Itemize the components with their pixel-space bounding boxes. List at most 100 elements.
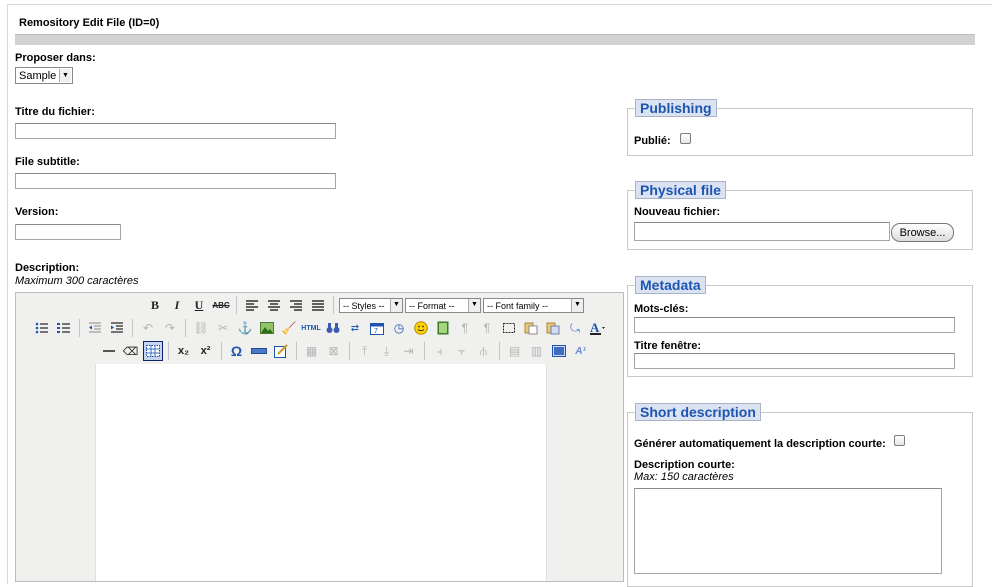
replace-icon[interactable]: ⇄ (345, 318, 365, 338)
find-icon[interactable] (323, 318, 343, 338)
forecolor-icon[interactable]: A (587, 318, 607, 338)
col-after-icon[interactable]: ⫟ (452, 341, 472, 361)
description-courte-label: Description courte: (634, 459, 735, 471)
dropdown-arrow-icon: ▼ (468, 298, 480, 312)
delete-col-icon[interactable]: ⫛ (474, 341, 494, 361)
metadata-fieldset: Metadata Mots-clés: Titre fenêtre: (627, 276, 973, 377)
special-char-button[interactable]: Ω (227, 341, 247, 361)
style-props-icon[interactable]: A¹ (571, 341, 591, 361)
styles-select[interactable]: -- Styles -- ▼ (339, 297, 403, 313)
browse-button[interactable]: Browse... (891, 223, 954, 242)
rich-text-editor: B I U ABC -- Styles -- ▼ -- Format -- ▼ --… (15, 292, 624, 582)
select-all-icon[interactable]: ⤿ (565, 318, 585, 338)
image-icon[interactable] (257, 318, 277, 338)
publie-checkbox[interactable] (680, 133, 691, 144)
paste-text-icon[interactable] (521, 318, 541, 338)
underline-button[interactable]: U (189, 295, 209, 315)
numbered-list-icon[interactable] (54, 318, 74, 338)
anchor-icon[interactable]: ⚓ (235, 318, 255, 338)
col-before-icon[interactable]: ⫞ (430, 341, 450, 361)
publishing-fieldset: Publishing Publié: (627, 99, 973, 156)
table-props-icon[interactable]: ▦ (302, 341, 322, 361)
insert-layer-icon[interactable] (249, 341, 269, 361)
publie-label: Publié: (634, 135, 671, 147)
toolbar-separator (423, 342, 425, 360)
indent-icon[interactable] (107, 318, 127, 338)
file-path-input[interactable] (634, 222, 890, 241)
insert-time-icon[interactable]: ◷ (389, 318, 409, 338)
proposer-label: Proposer dans: (15, 52, 96, 64)
italic-button[interactable]: I (167, 295, 187, 315)
html-source-button[interactable]: HTML (301, 318, 321, 338)
subscript-button[interactable]: x₂ (174, 341, 194, 361)
edit-attributes-icon[interactable] (271, 341, 291, 361)
mots-cles-input[interactable] (634, 317, 955, 333)
auto-generate-checkbox[interactable] (894, 435, 905, 446)
delete-row-icon[interactable]: ⇥ (399, 341, 419, 361)
row-before-icon[interactable]: ⤒ (355, 341, 375, 361)
physical-file-fieldset: Physical file Nouveau fichier: Browse... (627, 181, 973, 250)
unlink-icon[interactable]: ✂ (213, 318, 233, 338)
align-right-icon[interactable] (286, 295, 306, 315)
description-courte-textarea[interactable] (634, 488, 942, 574)
version-label: Version: (15, 206, 59, 218)
toolbar-separator (348, 342, 350, 360)
bullet-list-icon[interactable] (32, 318, 52, 338)
titre-fenetre-input[interactable] (634, 353, 955, 369)
titre-fenetre-label: Titre fenêtre: (634, 340, 702, 352)
version-input[interactable] (15, 224, 121, 240)
row-after-icon[interactable]: ⤓ (377, 341, 397, 361)
horizontal-rule-icon[interactable] (99, 341, 119, 361)
editor-content-area[interactable] (95, 364, 547, 581)
link-icon[interactable]: ⛓ (191, 318, 211, 338)
media-icon[interactable] (433, 318, 453, 338)
cleanup-icon[interactable]: 🧹 (279, 318, 299, 338)
fullscreen-icon[interactable] (499, 318, 519, 338)
short-description-legend: Short description (635, 403, 761, 421)
bold-button[interactable]: B (145, 295, 165, 315)
toolbar-separator (333, 296, 334, 314)
rtl-icon[interactable]: ¶ (477, 318, 497, 338)
superscript-button[interactable]: x² (196, 341, 216, 361)
toolbar-separator (185, 319, 186, 337)
align-left-icon[interactable] (242, 295, 262, 315)
split-cells-icon[interactable]: ▤ (505, 341, 525, 361)
redo-icon[interactable]: ↷ (160, 318, 180, 338)
titre-input[interactable] (15, 123, 336, 139)
description-hint: Maximum 300 caractères (15, 275, 139, 287)
paste-word-icon[interactable] (543, 318, 563, 338)
description-label: Description: (15, 262, 80, 274)
emoticon-icon[interactable] (411, 318, 431, 338)
nouveau-fichier-label: Nouveau fichier: (634, 206, 721, 218)
font-family-select-value: -- Font family -- (487, 300, 549, 311)
visual-aid-icon[interactable] (142, 341, 163, 361)
description-courte-hint: Max: 150 caractères (634, 471, 734, 483)
toolbar-separator (220, 342, 222, 360)
svg-text:A: A (590, 321, 600, 335)
align-center-icon[interactable] (264, 295, 284, 315)
font-family-select[interactable]: -- Font family -- ▼ (483, 297, 584, 313)
editor-toolbar-row-1: B I U ABC -- Styles -- ▼ -- Format -- ▼ --… (16, 294, 623, 316)
toolbar-separator (167, 342, 169, 360)
physical-file-legend: Physical file (635, 181, 726, 199)
strikethrough-button[interactable]: ABC (211, 295, 231, 315)
ltr-icon[interactable]: ¶ (455, 318, 475, 338)
proposer-select[interactable]: Sample ▼ (15, 67, 73, 84)
outdent-icon[interactable] (85, 318, 105, 338)
auto-generate-label: Générer automatiquement la description c… (634, 438, 886, 450)
insert-table-icon[interactable] (549, 341, 569, 361)
delete-table-icon[interactable]: ⊠ (324, 341, 344, 361)
format-select[interactable]: -- Format -- ▼ (405, 297, 481, 313)
merge-cells-icon[interactable]: ▥ (527, 341, 547, 361)
align-justify-icon[interactable] (308, 295, 328, 315)
toolbar-separator (295, 342, 297, 360)
mots-cles-label: Mots-clés: (634, 303, 689, 315)
undo-icon[interactable]: ↶ (138, 318, 158, 338)
remove-format-icon[interactable]: ⌫ (121, 341, 141, 361)
styles-select-value: -- Styles -- (343, 300, 385, 311)
toolbar-separator (79, 319, 80, 337)
insert-date-icon[interactable]: 7 (367, 318, 387, 338)
editor-toolbar-row-2: ↶ ↷ ⛓ ✂ ⚓ 🧹 HTML ⇄ 7 ◷ ¶ ¶ ⤿ A (16, 317, 623, 339)
proposer-select-value: Sample (19, 70, 57, 82)
subtitle-input[interactable] (15, 173, 336, 189)
